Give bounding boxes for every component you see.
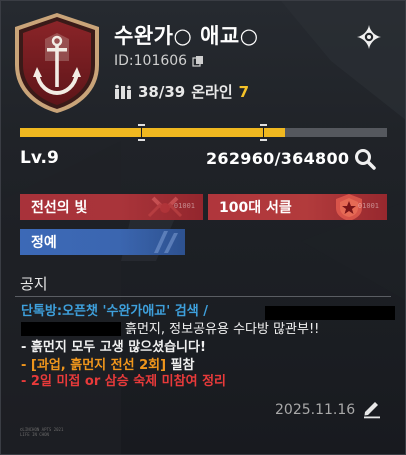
- redacted-block: [265, 306, 395, 320]
- notice-divider: [15, 296, 391, 297]
- guild-name: 수완가○ 애교○: [114, 24, 259, 48]
- notice-line: 흙먼지, 정보공유용 수다방 많관부!!: [125, 322, 320, 337]
- badge-frontline-light[interactable]: 전선의 빛 01001: [20, 194, 203, 220]
- exp-milestone-marker: [138, 124, 145, 141]
- redacted-block: [21, 322, 121, 336]
- members-icon: [115, 84, 131, 99]
- guild-id-row: ID:101606: [114, 53, 204, 69]
- guild-level: Lv.9: [20, 148, 59, 168]
- exp-value: 262960/364800: [206, 149, 350, 168]
- watermark-text: ©LINCHON APTS 2021 LIFE IN CHON: [20, 427, 63, 437]
- badge-label: 전선의 빛: [31, 200, 88, 216]
- notice-text: 필참: [170, 358, 195, 373]
- badge-label: 100대 서클: [219, 200, 292, 216]
- member-count: 38/39: [138, 82, 186, 101]
- copy-icon[interactable]: [192, 55, 204, 67]
- notice-line: - 2일 미접 or 삼승 숙제 미참여 정리: [21, 374, 226, 389]
- notice-line: - [과업, 흙먼지 전선 2회] 필참: [21, 358, 195, 374]
- search-icon[interactable]: [353, 147, 377, 171]
- guild-id-value: 101606: [133, 53, 188, 69]
- pencil-icon[interactable]: [361, 397, 383, 419]
- notice-highlight: - [과업, 흙먼지 전선 2회]: [21, 358, 167, 373]
- online-label: 온라인: [191, 83, 233, 101]
- exp-progress-fill: [20, 128, 285, 137]
- anchor-crest-icon: [15, 13, 99, 113]
- exp-milestone-marker: [260, 124, 267, 141]
- notice-date: 2025.11.16: [275, 402, 356, 418]
- guild-info-panel: 수완가○ 애교○ ID:101606 38/39 온라인 7 Lv.9 2629…: [0, 0, 406, 455]
- exp-progress-bar: [20, 124, 387, 141]
- member-count-row: 38/39 온라인 7: [114, 81, 249, 102]
- badge-elite[interactable]: 정예: [20, 229, 185, 255]
- elite-emblem-icon: [154, 231, 178, 253]
- guild-id-label: ID:101606: [114, 53, 187, 69]
- badge-label: 정예: [31, 235, 57, 251]
- online-count: 7: [238, 82, 250, 101]
- watermark-line: LIFE IN CHON: [20, 432, 49, 437]
- notice-line: 단톡방:오픈챗 '수완가애교' 검색 /: [21, 304, 208, 319]
- badge-number: 01001: [357, 202, 379, 210]
- settings-icon[interactable]: [355, 23, 383, 51]
- guild-id-prefix: ID:: [114, 53, 134, 69]
- notice-heading: 공지: [20, 275, 48, 293]
- badge-top-100-circle[interactable]: 100대 서클 01001: [208, 194, 387, 220]
- notice-line: - 흙먼지 모두 고생 많으셨습니다!: [21, 340, 206, 355]
- badge-number: 01001: [173, 202, 195, 210]
